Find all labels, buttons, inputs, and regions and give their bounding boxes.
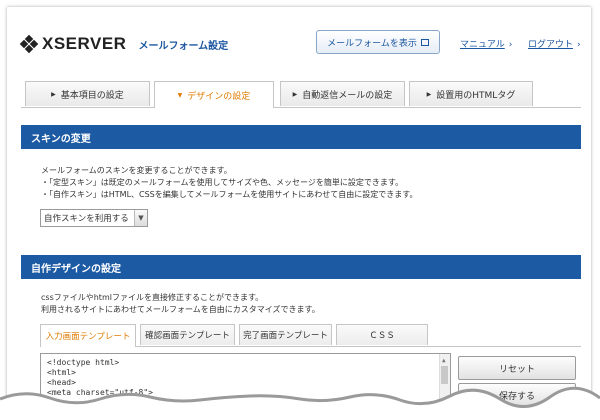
logo-text: XSERVER: [42, 34, 127, 53]
custom-design-description: cssファイルやhtmlファイルを直接修正することができます。: [41, 293, 264, 302]
tab-label: デザインの設定: [187, 91, 251, 102]
xserver-logo-icon: [19, 34, 39, 54]
editor-tab-confirm-template[interactable]: 確認画面テンプレート: [140, 324, 235, 345]
triangle-right-icon: ▶: [426, 90, 432, 98]
custom-design-description: 利用されるサイトにあわせてメールフォームを自由にカスタマイズできます。: [41, 305, 320, 314]
skin-section-header: スキンの変更: [21, 125, 581, 149]
chevron-right-icon: ›: [508, 40, 513, 50]
tab-label: 基本項目の設定: [60, 90, 124, 101]
tab-basic-settings[interactable]: ▶ 基本項目の設定: [25, 81, 150, 106]
view-form-label: メールフォームを表示: [327, 38, 417, 49]
scroll-up-icon[interactable]: ▲: [442, 356, 446, 366]
triangle-down-icon: ▼: [177, 91, 183, 99]
tab-html-tag[interactable]: ▶ 設置用のHTMLタグ: [409, 81, 533, 106]
chevron-right-icon: ›: [577, 40, 581, 50]
external-window-icon: [420, 38, 429, 46]
main-tabs: ▶ 基本項目の設定 ▼ デザインの設定 ▶ 自動返信メールの設定 ▶ 設置用のH…: [21, 81, 581, 108]
tab-design-settings[interactable]: ▼ デザインの設定: [154, 81, 274, 108]
code-line: <!doctype html>: [47, 358, 120, 367]
logout-link-label: ログアウト: [528, 40, 574, 50]
editor-tab-input-template[interactable]: 入力画面テンプレート: [40, 324, 136, 347]
tab-auto-reply-settings[interactable]: ▶ 自動返信メールの設定: [280, 81, 405, 106]
editor-tab-complete-template[interactable]: 完了画面テンプレート: [239, 324, 332, 345]
app-title: メールフォーム設定: [138, 40, 229, 52]
reset-button[interactable]: リセット: [458, 356, 576, 380]
page-frame: XSERVER メールフォーム設定 メールフォームを表示 マニュアル › ログアウ…: [7, 7, 591, 413]
manual-link-label: マニュアル: [460, 40, 505, 50]
code-line: <html>: [47, 368, 76, 377]
tab-label: 設置用のHTMLタグ: [436, 90, 516, 101]
triangle-right-icon: ▶: [51, 90, 56, 98]
skin-description: メールフォームのスキンを変更することができます。: [41, 166, 232, 175]
skin-select[interactable]: 自作スキンを利用する ▼: [40, 209, 148, 227]
torn-edge-decoration: [0, 386, 600, 420]
scrollbar-thumb[interactable]: [441, 366, 448, 384]
manual-link[interactable]: マニュアル ›: [460, 37, 512, 50]
skin-description: ・「自作スキン」はHTML、CSSを編集してメールフォームを使用サイトにあわせて…: [41, 190, 418, 199]
triangle-right-icon: ▶: [292, 90, 298, 98]
logo: XSERVER メールフォーム設定: [19, 34, 229, 54]
view-form-button[interactable]: メールフォームを表示: [316, 30, 440, 54]
header: XSERVER メールフォーム設定 メールフォームを表示 マニュアル › ログアウ…: [7, 7, 591, 73]
logout-link[interactable]: ログアウト ›: [528, 37, 581, 50]
editor-tab-css[interactable]: ＣＳＳ: [336, 324, 428, 345]
skin-description: ・「定型スキン」は既定のメールフォームを使用してサイズや色、メッセージを簡単に設…: [41, 178, 404, 187]
tab-label: 自動返信メールの設定: [302, 90, 393, 101]
chevron-down-icon: ▼: [134, 210, 147, 226]
custom-design-section-header: 自作デザインの設定: [21, 255, 581, 279]
editor-tabs: 入力画面テンプレート 確認画面テンプレート 完了画面テンプレート ＣＳＳ: [40, 324, 581, 347]
skin-select-value: 自作スキンを利用する: [44, 214, 129, 224]
